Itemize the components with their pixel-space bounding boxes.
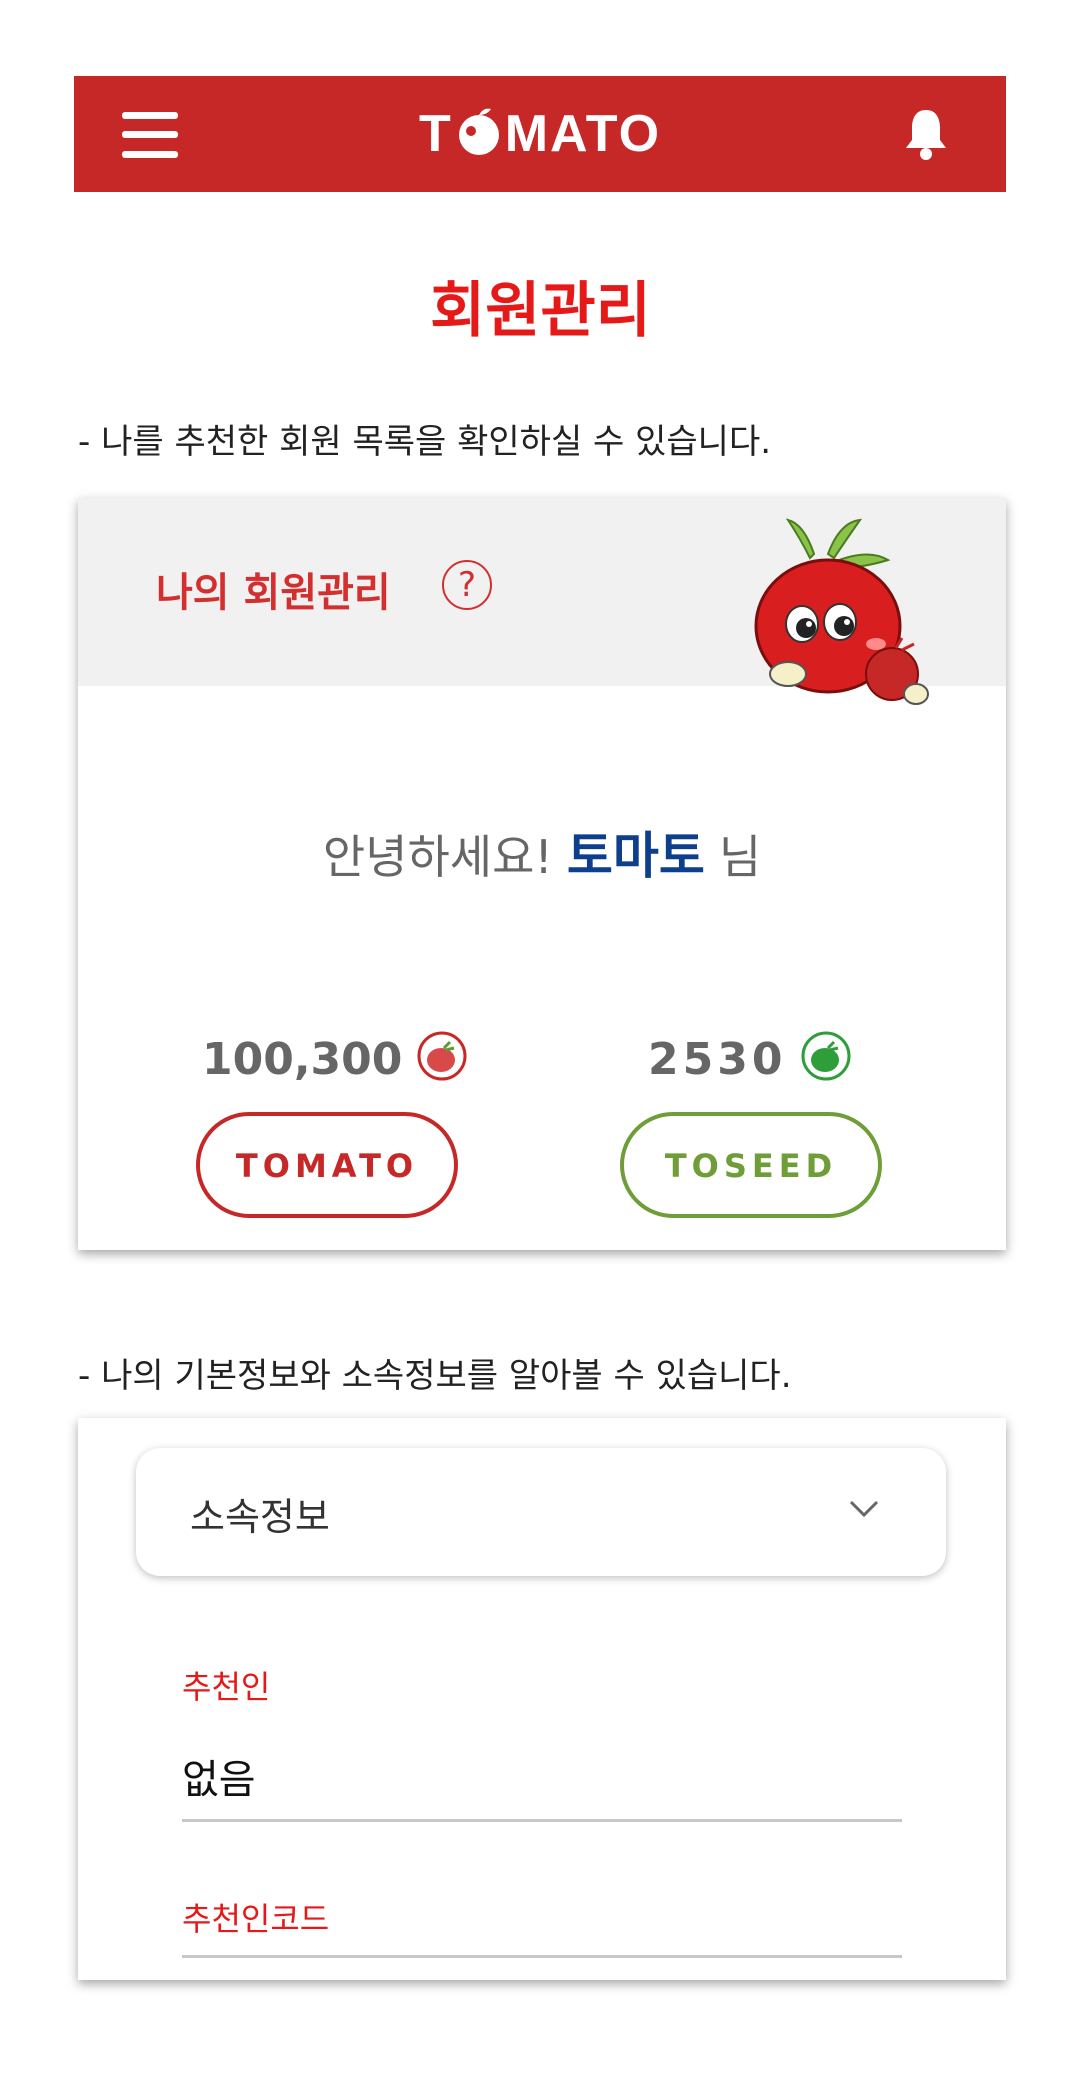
info-description: - 나의 기본정보와 소속정보를 알아볼 수 있습니다. xyxy=(78,1356,792,1396)
recommender-label: 추천인 xyxy=(182,1668,271,1706)
greeting-prefix: 안녕하세요! xyxy=(322,830,553,884)
tomato-button[interactable]: TOMATO xyxy=(196,1112,458,1218)
toseed-coin-icon xyxy=(801,1031,851,1081)
toseed-balance: 2530 xyxy=(648,1030,852,1085)
toseed-button[interactable]: TOSEED xyxy=(620,1112,882,1218)
greeting-suffix: 님 xyxy=(718,830,762,884)
dropdown-label: 소속정보 xyxy=(190,1495,330,1539)
recommender-field[interactable] xyxy=(182,1732,902,1822)
affiliation-info-card: 소속정보 추천인 추천인코드 xyxy=(78,1418,1006,1980)
chevron-down-icon xyxy=(849,1500,879,1518)
top-app-bar: T MATO xyxy=(74,76,1006,192)
tomato-balance: 100,300 xyxy=(202,1030,468,1085)
member-list-description: - 나를 추천한 회원 목록을 확인하실 수 있습니다. xyxy=(78,422,772,462)
my-member-management-card: 나의 회원관리 ? 안녕하세요! 토마토 님 100,300 2530 TOMATO… xyxy=(78,498,1006,1250)
bell-icon[interactable] xyxy=(902,106,950,162)
card-title: 나의 회원관리 xyxy=(156,570,391,616)
tomato-balance-value: 100,300 xyxy=(202,1034,403,1085)
logo-tomato-o-icon xyxy=(458,108,499,155)
tomato-mascot-illustration xyxy=(754,518,929,705)
help-icon[interactable]: ? xyxy=(442,560,492,610)
recommender-code-field[interactable] xyxy=(182,1918,902,1958)
toseed-balance-value: 2530 xyxy=(648,1034,787,1085)
greeting: 안녕하세요! 토마토 님 xyxy=(78,816,1006,888)
user-name: 토마토 xyxy=(566,827,705,885)
affiliation-dropdown[interactable]: 소속정보 xyxy=(136,1448,946,1576)
tomato-logo[interactable]: T MATO xyxy=(74,104,1006,164)
tomato-coin-icon xyxy=(417,1031,467,1081)
page-title: 회원관리 xyxy=(430,276,651,346)
